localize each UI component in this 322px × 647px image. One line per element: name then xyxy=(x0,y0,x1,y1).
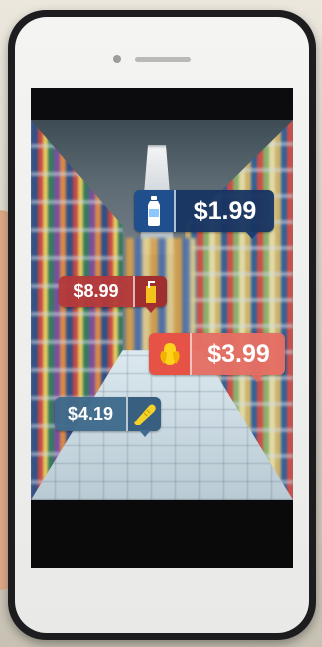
price-tag-corn[interactable]: $3.99 xyxy=(149,333,285,382)
phone-screen[interactable] xyxy=(31,88,293,568)
price-tag-bread[interactable]: $4.19 xyxy=(55,397,161,437)
price-text-corn: $3.99 xyxy=(207,339,270,368)
price-text-juice: $8.99 xyxy=(73,281,119,301)
corn-icon xyxy=(149,333,192,375)
price-text-water: $1.99 xyxy=(193,196,257,225)
camera-view xyxy=(31,120,293,500)
smartphone: $1.99 $8.99 $3.99 $4.19 xyxy=(8,10,316,640)
bread-icon xyxy=(126,397,161,431)
water-bottle-icon xyxy=(134,190,176,232)
price-tag-juice[interactable]: $8.99 xyxy=(59,276,167,313)
front-camera-icon xyxy=(113,55,121,63)
photo-scene: $1.99 $8.99 $3.99 $4.19 xyxy=(0,0,322,647)
screen-bottom-black-area xyxy=(31,500,293,568)
price-text-bread: $4.19 xyxy=(67,403,114,424)
price-tag-water[interactable]: $1.99 xyxy=(134,190,274,239)
juice-box-icon xyxy=(133,276,167,307)
speaker-grille xyxy=(135,57,191,62)
